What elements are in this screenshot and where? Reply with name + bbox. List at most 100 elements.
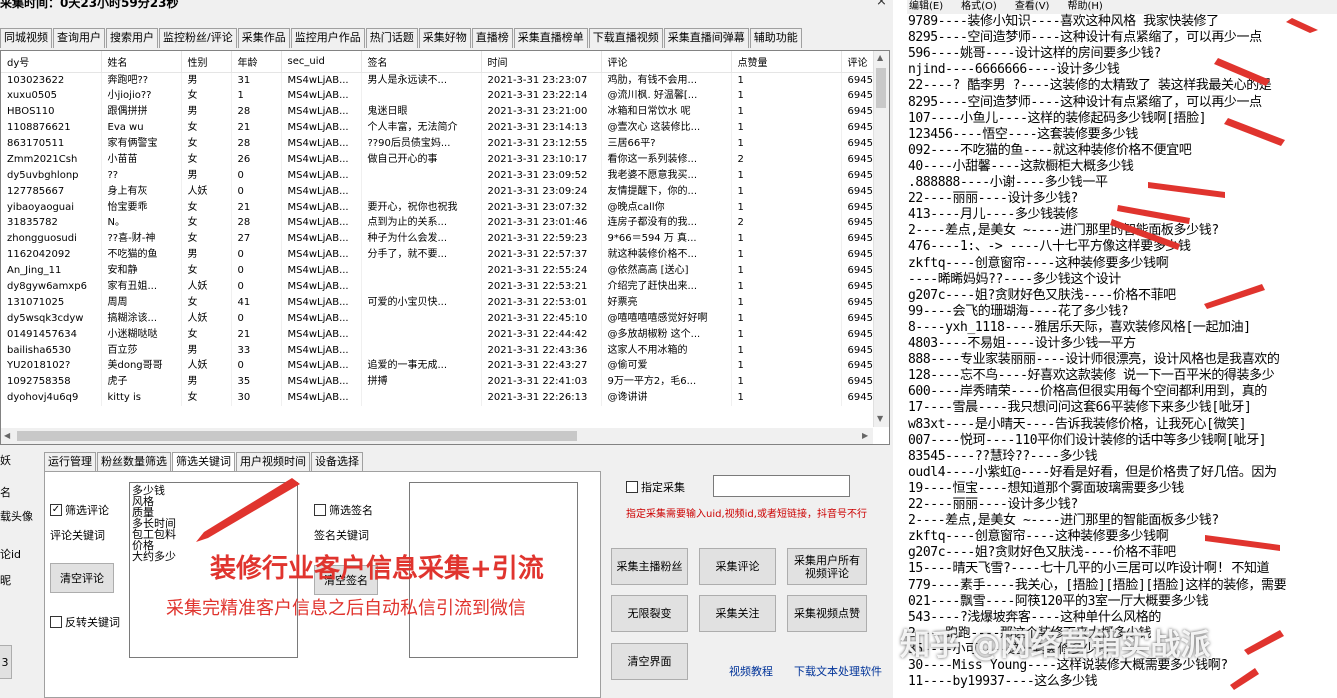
filter-comment-checkbox[interactable]: ✓ 筛选评论 xyxy=(50,502,109,518)
table-row[interactable]: 31835782 N。女 28 MS4wLjAB... 点到为止的关系... 2021-3… xyxy=(1,215,882,231)
collect-anchor-fans-button[interactable]: 采集主播粉丝 xyxy=(611,548,688,585)
table-cell: 2021-3-31 23:07:32 xyxy=(481,199,602,216)
side-button[interactable]: 3 xyxy=(0,645,12,679)
table-cell: 女 xyxy=(181,230,232,247)
table-cell: 103023622 xyxy=(1,72,102,88)
clear-comments-button[interactable]: 清空评论 xyxy=(50,563,114,593)
table-row[interactable]: 131071025 周周女 41 MS4wLjAB... 可爱的小宝贝快... 2021-… xyxy=(1,294,882,311)
menu-format[interactable]: 格式(O) xyxy=(961,0,997,14)
reverse-keyword-checkbox[interactable]: 反转关键词 xyxy=(50,614,120,630)
tab-search-user[interactable]: 搜索用户 xyxy=(106,28,158,48)
column-header[interactable]: 评论 xyxy=(601,51,732,73)
tab-monitor-user-works[interactable]: 监控用户作品 xyxy=(290,28,365,48)
table-row[interactable]: dyohovj4u6q9 kitty is 女 30 MS4wLjAB... 2021-3… xyxy=(1,389,882,406)
tab-run-manage[interactable]: 运行管理 xyxy=(44,452,96,471)
specify-collect-input[interactable] xyxy=(713,475,850,497)
collect-video-likes-button[interactable]: 采集视频点赞 xyxy=(787,595,867,632)
table-row[interactable]: bailisha6530 百立莎男 33 MS4wLjAB... 2021-3-31 2… xyxy=(1,342,882,359)
table-row[interactable]: 127785667 身上有灰 人妖 0 MS4wLjAB... 2021-3-31 23:… xyxy=(1,183,882,200)
table-row[interactable]: dy8gyw6amxp6 家有丑姐... 人妖 0 MS4wLjAB... 2021-3-… xyxy=(1,278,882,295)
table-row[interactable]: dy5uvbghlonp?? 男 0 MS4wLjAB... 2021-3-31 23:… xyxy=(1,167,882,184)
tab-monitor-fans[interactable]: 监控粉丝/评论 xyxy=(159,28,237,48)
collect-follows-button[interactable]: 采集关注 xyxy=(699,595,776,632)
menu-edit[interactable]: 编辑(E) xyxy=(909,0,943,14)
checkbox-icon[interactable] xyxy=(50,616,62,628)
table-cell: 2021-3-31 22:44:42 xyxy=(481,326,602,343)
table-row[interactable]: zhongguosudi ??喜-财-神女 27 MS4wLjAB... 种子为什么会发… xyxy=(1,230,882,247)
infinite-fission-button[interactable]: 无限裂变 xyxy=(611,595,688,632)
column-header[interactable]: 点赞量 xyxy=(731,51,842,73)
table-cell: 人妖 xyxy=(181,358,232,374)
notepad-line: 8----yxh_1118----雅居乐天际，喜欢装修风格[一起加油] xyxy=(908,319,1251,335)
column-header[interactable]: sec_uid xyxy=(281,51,362,73)
table-row[interactable]: 1108876621 Eva wu 女 21 MS4wLjAB... 个人丰富，无法简介 2… xyxy=(1,119,882,136)
scroll-left-icon[interactable]: ◀ xyxy=(4,431,10,440)
table-row[interactable]: YU2018102? 美dong哥哥 人妖 0 MS4wLjAB... 追爱的一事无成..… xyxy=(1,358,882,374)
table-row[interactable]: xuxu0505 小jiojio?? 女 1 MS4wLjAB... 2021-3-31 … xyxy=(1,87,882,104)
tab-nearby-video[interactable]: 同城视频 xyxy=(0,28,52,48)
results-grid[interactable]: dy号 姓名 性别 年龄 sec_uid 签名 时间 评论 点赞量 评论 103023622 奔跑吧… xyxy=(0,50,890,445)
tab-user-video-time[interactable]: 用户视频时间 xyxy=(236,452,310,471)
table-cell xyxy=(361,278,482,295)
close-icon[interactable]: × xyxy=(876,0,887,9)
tab-device-select[interactable]: 设备选择 xyxy=(311,452,363,471)
table-cell: yibaoyaoguai xyxy=(1,199,102,216)
table-row[interactable]: dy5wsqk3cdyw 搞糊涂该... 人妖 0 MS4wLjAB... 2021-3-… xyxy=(1,310,882,327)
zhihu-watermark: 知乎 @网络营销实战派 xyxy=(900,628,1211,663)
tab-keyword-filter[interactable]: 筛选关键词 xyxy=(172,452,235,472)
table-row[interactable]: An_Jing_11 安和静女 0 MS4wLjAB... 2021-3-31 22:5… xyxy=(1,262,882,279)
table-cell: 不吃猫的鱼 xyxy=(101,246,182,263)
notepad-line: 40----小甜馨----这款橱柜大概多少钱 xyxy=(908,158,1134,174)
scroll-up-icon[interactable]: ▲ xyxy=(877,53,883,62)
column-header[interactable]: 签名 xyxy=(361,51,482,73)
video-tutorial-link[interactable]: 视频教程 xyxy=(729,663,773,679)
download-text-tool-link[interactable]: 下载文本处理软件 xyxy=(794,663,882,679)
collect-all-video-comments-button[interactable]: 采集用户所有视频评论 xyxy=(787,548,867,585)
notepad-window: 编辑(E) 格式(O) 查看(V) 帮助(H) 9789----装修小知识---… xyxy=(907,0,1337,698)
table-row[interactable]: 1092758358 虎子男 35 MS4wLjAB... 拼搏 2021-3-31 22… xyxy=(1,373,882,390)
column-header[interactable]: dy号 xyxy=(1,51,102,73)
specify-collect-checkbox[interactable]: 指定采集 xyxy=(626,479,685,495)
column-header[interactable]: 时间 xyxy=(481,51,602,73)
tab-live-rank[interactable]: 直播榜 xyxy=(471,28,513,48)
grid-vertical-thumb[interactable] xyxy=(876,68,886,108)
table-row[interactable]: 01491457634 小迷糊哒哒女 21 MS4wLjAB... 2021-3-31 … xyxy=(1,326,882,343)
table-cell: 男 xyxy=(181,342,232,359)
scroll-right-icon[interactable]: ▶ xyxy=(862,431,868,440)
tab-tools[interactable]: 辅助功能 xyxy=(749,28,802,48)
table-cell xyxy=(361,389,482,406)
tab-fans-filter[interactable]: 粉丝数量筛选 xyxy=(97,452,171,471)
grid-horizontal-thumb[interactable] xyxy=(17,431,577,441)
table-row[interactable]: HBOS110 跟偶拼拼男 28 MS4wLjAB... 鬼迷日眼 2021-3-31 2… xyxy=(1,103,882,120)
collect-comments-button[interactable]: 采集评论 xyxy=(699,548,776,585)
filter-sign-checkbox[interactable]: 筛选签名 xyxy=(314,502,373,518)
tab-download-live[interactable]: 下载直播视频 xyxy=(588,28,663,48)
column-header[interactable]: 姓名 xyxy=(101,51,182,73)
column-header[interactable]: 年龄 xyxy=(231,51,282,73)
clear-interface-button[interactable]: 清空界面 xyxy=(611,643,688,680)
tab-collect-goods[interactable]: 采集好物 xyxy=(418,28,471,48)
table-cell: 2021-3-31 22:45:10 xyxy=(481,310,602,327)
tab-live-danmaku[interactable]: 采集直播间弹幕 xyxy=(663,28,749,48)
table-row[interactable]: yibaoyaoguai 怡宝要乖女 21 MS4wLjAB... 要开心，祝你也祝我 2… xyxy=(1,199,882,216)
table-row[interactable]: 863170511 家有俩警宝女 28 MS4wLjAB... ??90后员债宝妈...… xyxy=(1,135,882,152)
table-row[interactable]: 1162042092 不吃猫的鱼男 0 MS4wLjAB... 分手了，就不要... 20… xyxy=(1,246,882,263)
table-cell: 女 xyxy=(181,326,232,343)
menu-help[interactable]: 帮助(H) xyxy=(1067,0,1102,14)
checkbox-icon[interactable] xyxy=(626,481,638,493)
table-cell: 1 xyxy=(731,278,842,295)
table-row[interactable]: 103023622 奔跑吧?? 男 31 MS4wLjAB... 男人是永远读不... 20… xyxy=(1,72,882,88)
table-cell: 女 xyxy=(181,199,232,216)
promo-headline: 装修行业客户信息采集+引流 xyxy=(210,554,544,584)
tab-collect-works[interactable]: 采集作品 xyxy=(237,28,290,48)
column-header[interactable]: 性别 xyxy=(181,51,232,73)
tab-collect-live-rank[interactable]: 采集直播榜单 xyxy=(513,28,588,48)
tab-hot-topics[interactable]: 热门话题 xyxy=(365,28,418,48)
scroll-down-icon[interactable]: ▼ xyxy=(877,414,883,423)
table-cell: Zmm2021Csh xyxy=(1,151,102,168)
table-row[interactable]: Zmm2021Csh 小苗苗女 26 MS4wLjAB... 做自己开心的事 2021-3… xyxy=(1,151,882,168)
menu-view[interactable]: 查看(V) xyxy=(1015,0,1050,14)
checkbox-checked-icon[interactable]: ✓ xyxy=(50,504,62,516)
tab-query-user[interactable]: 查询用户 xyxy=(53,28,105,48)
checkbox-icon[interactable] xyxy=(314,504,326,516)
